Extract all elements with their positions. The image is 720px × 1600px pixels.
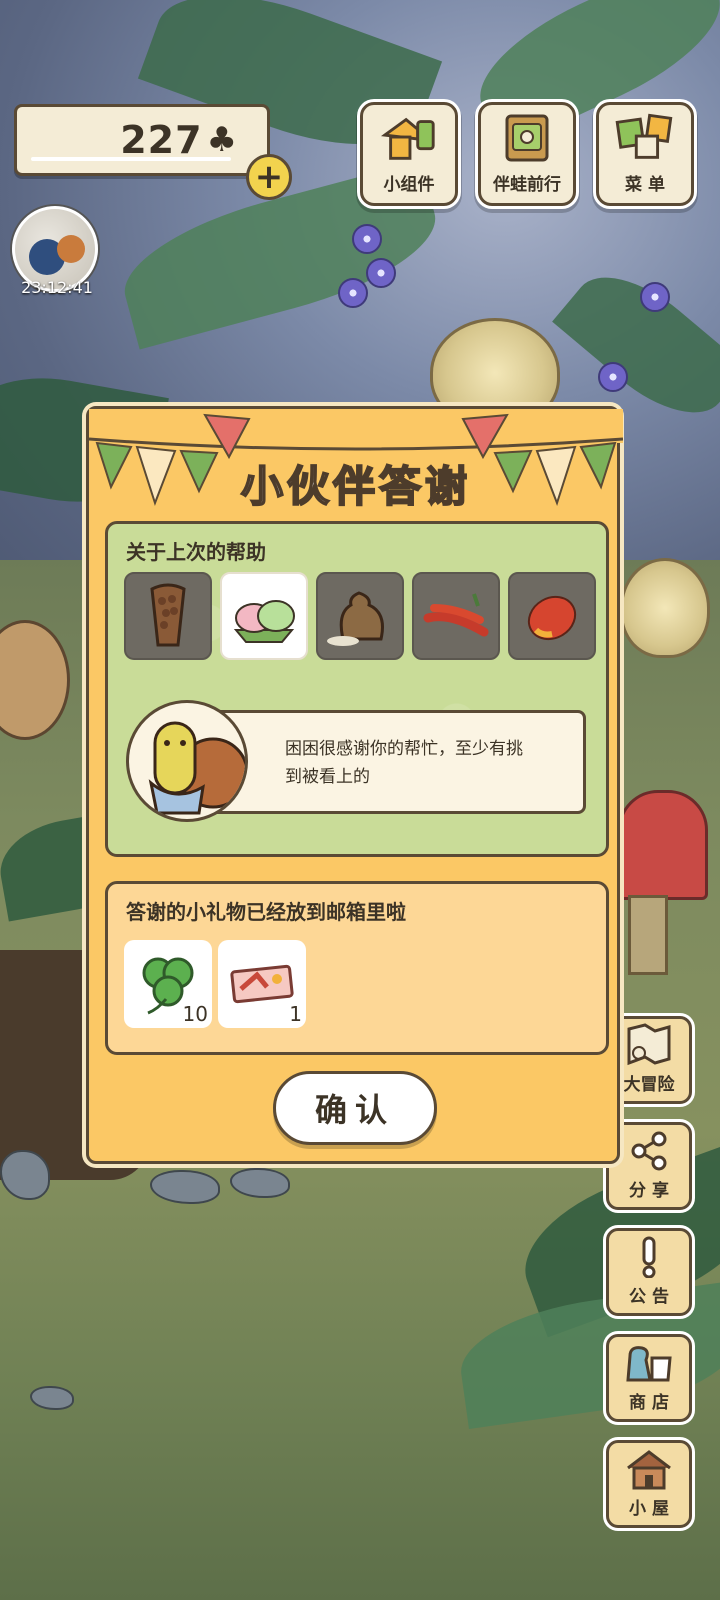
speech-line-2: 到被看上的	[285, 767, 370, 787]
mochi-icon	[233, 600, 295, 643]
menu-button[interactable]: 菜 单	[596, 102, 694, 206]
food-slot[interactable]	[412, 572, 500, 660]
chili-peppers-icon	[423, 593, 489, 637]
partner-speech-bubble: 困困很感谢你的帮忙，至少有挑 到被看上的	[192, 710, 586, 814]
notice-button[interactable]: 公 告	[606, 1228, 692, 1316]
gift-quantity: 10	[182, 1002, 208, 1026]
morning-glory-flower	[598, 362, 628, 392]
widget-button[interactable]: 小组件	[360, 102, 458, 206]
notice-label: 公 告	[629, 1287, 669, 1307]
morning-glory-flower	[640, 282, 670, 312]
morning-glory-flower	[352, 224, 382, 254]
gift-section: 答谢的小礼物已经放到邮箱里啦 10 1	[105, 881, 609, 1055]
add-clover-button[interactable]: +	[246, 154, 292, 200]
food-list	[124, 572, 596, 660]
counter-underline	[31, 157, 231, 161]
clover-counter: 227 ♣	[14, 104, 270, 176]
gift-item[interactable]: 1	[218, 940, 306, 1028]
journey-book-icon	[497, 112, 557, 164]
house-icon	[624, 1446, 674, 1492]
ticket-icon	[230, 964, 294, 1004]
speech-line-1: 困困很感谢你的帮忙，至少有挑	[285, 739, 523, 759]
rice-sack-icon	[327, 591, 384, 646]
menu-label: 菜 单	[625, 175, 665, 195]
food-slot[interactable]	[508, 572, 596, 660]
mango-icon	[527, 595, 577, 641]
gift-item[interactable]: 10	[124, 940, 212, 1028]
countdown-timer: 23:12:41	[21, 278, 93, 297]
partner-thanks-dialog: 小伙伴答谢 关于上次的帮助 困困很感谢你的帮忙，至少有挑 到被看上的 答谢的小礼…	[86, 406, 623, 1164]
morning-glory-flower	[366, 258, 396, 288]
journey-button[interactable]: 伴蛙前行	[478, 102, 576, 206]
house-label: 小 屋	[629, 1499, 669, 1519]
mailbox[interactable]	[618, 790, 708, 900]
shop-button[interactable]: 商 店	[606, 1334, 692, 1422]
confirm-button[interactable]: 确认	[273, 1071, 437, 1145]
mailbox-post	[628, 895, 668, 975]
widget-icon	[379, 112, 439, 164]
food-slot[interactable]	[124, 572, 212, 660]
notice-icon	[624, 1234, 674, 1280]
shop-label: 商 店	[629, 1393, 669, 1413]
food-slot[interactable]	[316, 572, 404, 660]
dialog-title: 小伙伴答谢	[240, 461, 471, 512]
clover-count: 227	[120, 118, 203, 162]
gift-list: 10 1	[124, 940, 306, 1028]
widget-label: 小组件	[383, 175, 435, 195]
help-section: 关于上次的帮助 困困很感谢你的帮忙，至少有挑 到被看上的	[105, 521, 609, 857]
house-button[interactable]: 小 屋	[606, 1440, 692, 1528]
gift-quantity: 1	[289, 1002, 302, 1026]
chocolate-bread-icon	[150, 583, 186, 647]
adventure-map-icon	[624, 1022, 674, 1068]
adventure-label: 大冒险	[623, 1075, 675, 1095]
partner-avatar	[126, 700, 248, 822]
shop-bags-icon	[624, 1340, 674, 1386]
share-label: 分 享	[629, 1181, 669, 1201]
menu-cards-icon	[615, 112, 675, 164]
journey-label: 伴蛙前行	[493, 175, 561, 195]
share-icon	[624, 1128, 674, 1174]
help-section-label: 关于上次的帮助	[126, 540, 266, 564]
morning-glory-flower	[338, 278, 368, 308]
food-slot-selected[interactable]	[220, 572, 308, 660]
clover-icon: ♣	[206, 120, 237, 160]
avatar-friend	[57, 235, 85, 263]
gift-section-label: 答谢的小礼物已经放到邮箱里啦	[126, 900, 406, 924]
hanging-lantern	[620, 558, 710, 658]
